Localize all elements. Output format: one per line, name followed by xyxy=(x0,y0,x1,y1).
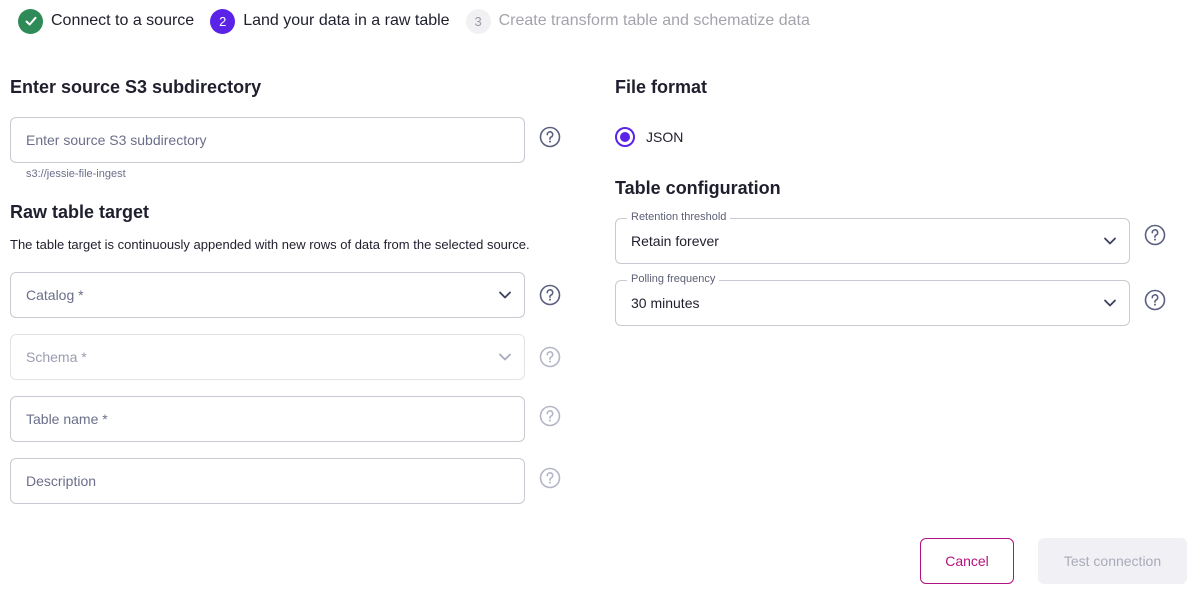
s3-path-hint: s3://jessie-file-ingest xyxy=(26,168,126,180)
step-land-data[interactable]: 2 Land your data in a raw table xyxy=(210,8,450,34)
json-radio-option[interactable]: JSON xyxy=(615,127,683,147)
retention-threshold-label: Retention threshold xyxy=(627,211,731,223)
json-radio[interactable] xyxy=(615,127,635,147)
s3-subdirectory-placeholder: Enter source S3 subdirectory xyxy=(26,132,207,148)
step-label: Create transform table and schematize da… xyxy=(498,12,810,29)
description-placeholder: Description xyxy=(26,473,97,489)
table-configuration-heading: Table configuration xyxy=(615,178,781,198)
polling-frequency-select[interactable]: Polling frequency 30 minutes xyxy=(615,273,1130,326)
schema-placeholder: Schema * xyxy=(26,349,87,365)
polling-frequency-value: 30 minutes xyxy=(631,295,700,311)
step-label: Land your data in a raw table xyxy=(243,12,450,29)
chevron-down-icon xyxy=(499,353,511,361)
retention-threshold-value: Retain forever xyxy=(631,233,719,249)
radio-selected-dot xyxy=(620,132,630,142)
schema-select[interactable]: Schema * xyxy=(10,334,525,380)
help-circle-icon[interactable] xyxy=(539,405,561,427)
polling-frequency-label: Polling frequency xyxy=(627,273,720,285)
table-name-placeholder: Table name * xyxy=(26,411,108,427)
step-create-transform[interactable]: 3 Create transform table and schematize … xyxy=(465,8,810,34)
catalog-placeholder: Catalog * xyxy=(26,287,84,303)
catalog-select[interactable]: Catalog * xyxy=(10,272,525,318)
json-radio-label: JSON xyxy=(646,129,684,145)
step-number: 3 xyxy=(465,8,491,34)
step-label: Connect to a source xyxy=(51,12,195,29)
help-circle-icon[interactable] xyxy=(539,126,561,148)
description-input[interactable]: Description xyxy=(10,458,525,504)
help-circle-icon[interactable] xyxy=(1144,224,1166,246)
test-connection-button[interactable]: Test connection xyxy=(1038,538,1187,584)
help-circle-icon[interactable] xyxy=(1144,289,1166,311)
chevron-down-icon xyxy=(1104,299,1116,307)
help-circle-icon[interactable] xyxy=(539,346,561,368)
raw-table-description: The table target is continuously appende… xyxy=(10,237,530,252)
cancel-button[interactable]: Cancel xyxy=(920,538,1014,584)
step-connect-source[interactable]: Connect to a source xyxy=(18,8,195,34)
help-circle-icon[interactable] xyxy=(539,284,561,306)
raw-table-heading: Raw table target xyxy=(10,202,150,222)
chevron-down-icon xyxy=(1104,237,1116,245)
file-format-heading: File format xyxy=(615,77,708,97)
retention-threshold-select[interactable]: Retention threshold Retain forever xyxy=(615,211,1130,264)
help-circle-icon[interactable] xyxy=(539,467,561,489)
chevron-down-icon xyxy=(499,291,511,299)
s3-subdirectory-input[interactable]: Enter source S3 subdirectory xyxy=(10,117,525,163)
step-number: 2 xyxy=(210,8,236,34)
progress-stepper: Connect to a source 2 Land your data in … xyxy=(18,7,826,35)
table-name-input[interactable]: Table name * xyxy=(10,396,525,442)
source-heading: Enter source S3 subdirectory xyxy=(10,77,262,97)
check-icon xyxy=(18,8,43,34)
